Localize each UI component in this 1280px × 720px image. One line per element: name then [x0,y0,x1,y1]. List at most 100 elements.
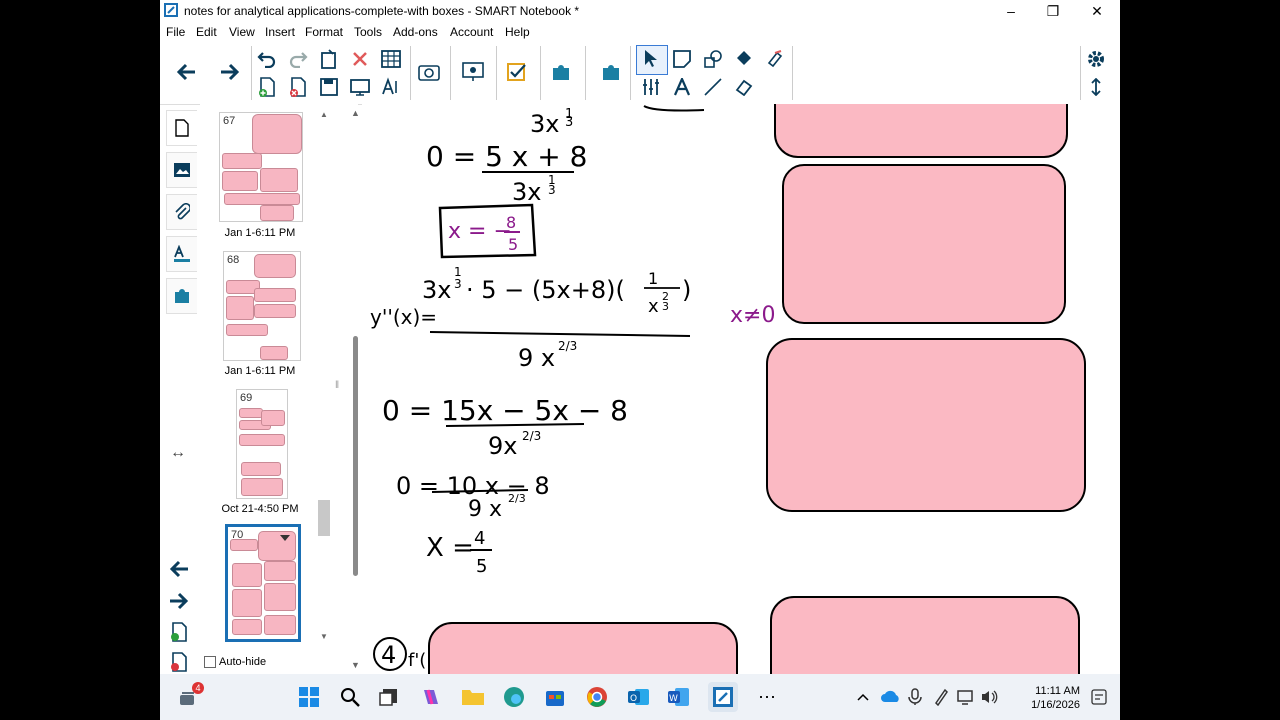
add-page-side-icon[interactable] [170,622,188,647]
line-tool-icon[interactable] [699,74,727,100]
clock[interactable]: 11:11 AM 1/16/2026 [1031,684,1080,712]
autohide-option[interactable]: Auto-hide [204,656,266,668]
search-icon[interactable] [335,682,365,712]
menu-edit[interactable]: Edit [196,25,217,39]
svg-text:4: 4 [474,528,485,549]
svg-text:f'(: f'( [408,650,426,671]
save-icon[interactable] [315,74,343,100]
redo-icon[interactable] [284,46,312,72]
add-page-icon[interactable] [253,74,281,100]
addons-tab[interactable] [166,278,197,314]
text-tool-icon[interactable] [668,74,696,100]
pen-icon[interactable] [668,46,696,72]
delete-page-icon[interactable] [284,74,312,100]
svg-text:5: 5 [476,556,487,577]
svg-text:3x: 3x [422,276,451,304]
autohide-checkbox[interactable] [204,656,216,668]
forward-icon[interactable] [216,59,244,85]
shapes-icon[interactable] [699,46,727,72]
svg-text:O: O [630,694,637,704]
more-apps-icon[interactable]: ⋯ [752,682,782,712]
fill-icon[interactable] [730,46,758,72]
expand-pane-icon[interactable]: ↔ [170,444,186,462]
show-hidden-icons-icon[interactable] [848,682,878,712]
clock-time: 11:11 AM [1035,685,1080,697]
edge-icon[interactable] [499,682,529,712]
menu-file[interactable]: File [166,25,185,39]
close-button[interactable]: ✕ [1074,0,1120,22]
select-icon[interactable] [637,46,665,72]
thumbnail-number: 68 [227,254,240,266]
menu-addons[interactable]: Add-ons [393,25,438,39]
menu-format[interactable]: Format [305,25,343,39]
menu-view[interactable]: View [229,25,255,39]
back-icon[interactable] [172,59,200,85]
smart-notebook-taskbar-icon[interactable] [708,682,738,712]
properties-icon [174,245,190,262]
menu-help[interactable]: Help [505,25,530,39]
text-recognition-icon[interactable] [377,74,405,100]
store-icon[interactable] [540,682,570,712]
start-icon[interactable] [294,682,324,712]
addon-puzzle-icon[interactable] [547,59,575,85]
copilot-icon[interactable] [416,682,446,712]
table-tool-icon[interactable] [637,74,665,100]
menu-account[interactable]: Account [450,25,493,39]
svg-text:0 = 10 x − 8: 0 = 10 x − 8 [396,472,550,500]
addons-icon [175,289,189,303]
thumbnail-scrollbar-thumb[interactable] [318,500,330,536]
screen-shade-icon[interactable] [346,74,374,100]
settings-icon[interactable] [1082,46,1110,72]
table-icon[interactable] [377,46,405,72]
thumbnail-page-68[interactable]: 68 [223,251,301,361]
thumbnail-page-69[interactable]: 69 [236,389,288,499]
thumbnail-scrollbar[interactable]: ▲ ▼ [318,108,330,643]
thumbnail-page-67[interactable]: 67 [219,112,303,222]
thumbnail-date: Oct 21-4:50 PM [221,503,299,515]
outlook-icon[interactable]: O [624,682,654,712]
document-camera-icon[interactable] [459,59,487,85]
svg-text:0 = 15x − 5x − 8: 0 = 15x − 5x − 8 [382,394,628,427]
paste-icon[interactable] [315,46,343,72]
thumbnail-menu-icon[interactable] [280,535,290,541]
page-sorter-tab[interactable] [166,110,197,146]
properties-tab[interactable] [166,236,197,272]
svg-text:4: 4 [381,641,396,669]
menu-insert[interactable]: Insert [265,25,295,39]
minimize-button[interactable]: – [988,0,1034,22]
next-page-icon[interactable] [168,592,190,615]
svg-text:X =: X = [426,533,474,563]
main-scrollbar[interactable]: ▲ ▼ [350,106,362,672]
undo-icon[interactable] [253,46,281,72]
svg-text:9 x: 9 x [518,344,555,372]
attachments-tab[interactable] [166,194,197,230]
word-icon[interactable]: W [664,682,694,712]
pane-splitter[interactable]: ‖ [335,380,339,391]
thumbnail-page-70[interactable]: 70 [225,524,301,642]
result: X = 4 5 [426,528,492,577]
gallery-tab[interactable] [166,152,197,188]
task-view-icon[interactable] [374,682,404,712]
file-explorer-icon[interactable] [458,682,488,712]
activity-icon[interactable] [503,59,531,85]
volume-icon[interactable] [974,682,1004,712]
delete-icon[interactable] [346,46,374,72]
move-toolbar-icon[interactable] [1082,74,1110,100]
notification-center-icon[interactable] [1084,682,1114,712]
svg-text:3: 3 [548,183,556,197]
previous-page-icon[interactable] [168,560,190,583]
addon-puzzle-icon-2[interactable] [597,59,625,85]
eraser2-icon[interactable] [730,74,758,100]
app-icon [164,3,178,17]
main-scrollbar-thumb[interactable] [353,336,358,576]
eraser-icon[interactable] [761,46,789,72]
widgets-icon[interactable]: 4 [174,682,204,712]
camera-icon[interactable] [415,59,443,85]
maximize-button[interactable]: ❐ [1030,0,1076,22]
menu-tools[interactable]: Tools [354,25,382,39]
chrome-icon[interactable] [582,682,612,712]
whiteboard-canvas[interactable]: 3x 1 3 0 = 5 x + 8 3x 1 3 x = − 8 5 y''(… [362,104,1120,674]
window-title: notes for analytical applications-comple… [184,4,580,18]
svg-text:1: 1 [648,269,658,288]
side-tabs: ↔ [160,104,198,674]
